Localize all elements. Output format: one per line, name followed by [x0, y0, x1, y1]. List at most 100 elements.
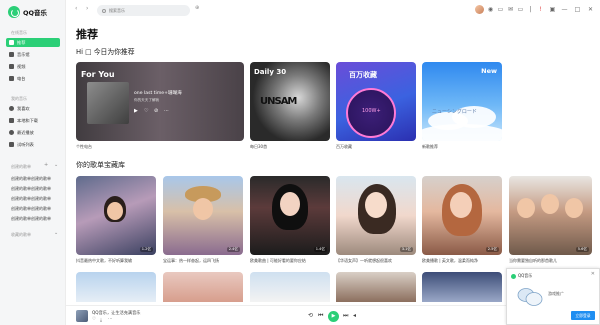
- minimize-icon[interactable]: —: [561, 6, 568, 13]
- playlist-item[interactable]: 创建的歌单创建的歌单: [11, 216, 51, 222]
- person-image: [517, 198, 535, 218]
- song-title: one last time+珊瑚海: [134, 91, 182, 96]
- notification-icon[interactable]: !: [537, 6, 544, 13]
- dislike-icon[interactable]: ⊘: [154, 108, 158, 114]
- settings-icon[interactable]: ▭: [517, 6, 524, 13]
- playlist-item[interactable]: 创建的歌单创建的歌单: [11, 186, 51, 192]
- greeting: Hi □ 今日为你推荐: [76, 48, 135, 56]
- page-title: 推荐: [76, 28, 98, 41]
- card-caption[interactable]: 每日30首: [250, 144, 267, 150]
- section-title-my-music: 我的音乐: [11, 96, 27, 101]
- more-icon[interactable]: ⋯: [164, 108, 169, 114]
- sidebar-item-video[interactable]: 视频: [6, 62, 60, 71]
- message-icon[interactable]: ✉: [507, 6, 514, 13]
- previous-icon[interactable]: ⏮: [318, 312, 323, 320]
- million-favorites-card[interactable]: 百万收藏 100W+: [336, 62, 416, 141]
- playlist-card[interactable]: 3.1亿: [336, 176, 416, 255]
- divider: |: [529, 6, 532, 13]
- cloud-shape: [422, 124, 502, 141]
- maximize-icon[interactable]: □: [574, 6, 581, 13]
- playlist-caption[interactable]: 【华语女声】一听就想起很喜欢: [336, 258, 392, 264]
- player-bar: QQ音乐，让生活充满音乐 ♡ ⤓ ⋯ ⟲ ⏮ ▶ ⏭ ◂: [66, 305, 506, 325]
- search-input[interactable]: [109, 8, 179, 13]
- playlist-card[interactable]: 2.4亿: [163, 176, 243, 255]
- person-image: [450, 192, 472, 218]
- playlist-item[interactable]: 创建的歌单创建的歌单: [11, 176, 51, 182]
- playlist-card[interactable]: 5.6亿: [509, 176, 592, 255]
- playlist-card[interactable]: [163, 272, 243, 302]
- sidebar-item-radio[interactable]: 电台: [6, 74, 60, 83]
- person-image: [280, 192, 300, 216]
- download-icon[interactable]: ⤓: [100, 317, 102, 323]
- search-box[interactable]: [97, 5, 190, 16]
- sidebar-item-recommend[interactable]: 推荐: [6, 38, 60, 47]
- music-hall-icon: [9, 52, 14, 57]
- card-caption[interactable]: 个性电台: [76, 144, 92, 150]
- playlist-caption[interactable]: 欧美歌曲 | 可能好看的要你应结: [250, 258, 306, 264]
- play-icon[interactable]: ▶: [134, 108, 138, 114]
- play-button[interactable]: ▶: [328, 311, 339, 322]
- like-icon[interactable]: ♡: [92, 317, 96, 322]
- new-label: New: [481, 67, 497, 75]
- next-icon[interactable]: ⏭: [343, 312, 348, 320]
- popup-header: QQ音乐: [511, 273, 532, 279]
- chat-bubbles-icon: [517, 288, 543, 306]
- mini-mode-icon[interactable]: ▣: [549, 6, 556, 13]
- close-icon[interactable]: ✕: [591, 271, 595, 277]
- play-count-badge: 5.6亿: [575, 247, 589, 252]
- listen-identify-icon[interactable]: ⊕: [195, 5, 199, 11]
- playlist-caption[interactable]: 欧美播歌 | 英文歌，温柔而纯净: [422, 258, 478, 264]
- sidebar-item-label: 本地和下载: [17, 117, 38, 123]
- app-logo[interactable]: QQ音乐: [8, 6, 47, 18]
- playlist-card[interactable]: [336, 272, 416, 302]
- popup-text: 游戏推广: [548, 291, 564, 296]
- card-caption[interactable]: 新歌推荐: [422, 144, 438, 150]
- add-playlist-icon[interactable]: +: [44, 162, 48, 168]
- sidebar-item-local-download[interactable]: 本地和下载: [6, 116, 60, 125]
- close-icon[interactable]: ✕: [587, 6, 594, 13]
- playlist-caption[interactable]: 抖音最热中文歌，不好听算我输: [76, 258, 132, 264]
- more-icon[interactable]: ⋯: [108, 317, 113, 322]
- playlist-card[interactable]: [76, 272, 156, 302]
- skin-icon[interactable]: ▭: [497, 6, 504, 13]
- forward-icon[interactable]: ›: [86, 5, 88, 12]
- volume-icon[interactable]: ◂: [353, 312, 356, 319]
- sidebar-item-label: 最近播放: [17, 129, 34, 135]
- playlist-card[interactable]: 1.4亿: [250, 176, 330, 255]
- person-image: [541, 194, 559, 214]
- collapse-icon[interactable]: ⌄: [54, 230, 58, 236]
- sidebar-item-liked[interactable]: 我喜欢: [6, 104, 60, 113]
- cover-text: ニューシングロード: [432, 109, 477, 115]
- search-icon: [102, 8, 106, 13]
- playlist-card[interactable]: 2.5亿: [422, 176, 502, 255]
- collapse-icon[interactable]: ⌄: [54, 162, 58, 168]
- for-you-label: For You: [81, 70, 115, 79]
- sidebar-item-recent[interactable]: 最近播放: [6, 128, 60, 137]
- playlist-item[interactable]: 创建的歌单创建的歌单: [11, 206, 51, 212]
- card-caption[interactable]: 百万收藏: [336, 144, 352, 150]
- history-icon: [9, 130, 14, 135]
- back-icon[interactable]: ‹: [75, 5, 77, 12]
- now-playing-cover[interactable]: [76, 310, 88, 322]
- for-you-card[interactable]: For You one last time+珊瑚海 你的天天了解我 ▶ ♡ ⊘ …: [76, 62, 244, 141]
- heart-icon: [9, 106, 14, 111]
- cover-text: UNSAM: [260, 96, 297, 107]
- playlist-card[interactable]: [250, 272, 330, 302]
- daily-30-card[interactable]: Daily 30 UNSAM: [250, 62, 330, 141]
- popup-title: QQ音乐: [518, 273, 533, 278]
- vip-icon[interactable]: ◉: [487, 6, 494, 13]
- login-button[interactable]: 立即登录: [571, 311, 595, 320]
- sidebar-item-music-hall[interactable]: 音乐馆: [6, 50, 60, 59]
- like-icon[interactable]: ♡: [144, 108, 148, 114]
- loop-mode-icon[interactable]: ⟲: [308, 312, 313, 319]
- playlist-card[interactable]: [422, 272, 502, 302]
- playlist-item[interactable]: 创建的歌单创建的歌单: [11, 196, 51, 202]
- home-icon: [9, 40, 14, 45]
- playlist-card[interactable]: 1.2亿: [76, 176, 156, 255]
- sidebar-item-trial-list[interactable]: 试听列表: [6, 140, 60, 149]
- avatar[interactable]: [475, 5, 484, 14]
- playlist-caption[interactable]: 当你需要独自听的那首歌儿: [509, 258, 557, 264]
- new-songs-card[interactable]: New ニューシングロード: [422, 62, 502, 141]
- playlist-caption[interactable]: 宝运事：热一样奋起，运四飞扬: [163, 258, 219, 264]
- now-playing-title: QQ音乐，让生活充满音乐: [92, 310, 141, 315]
